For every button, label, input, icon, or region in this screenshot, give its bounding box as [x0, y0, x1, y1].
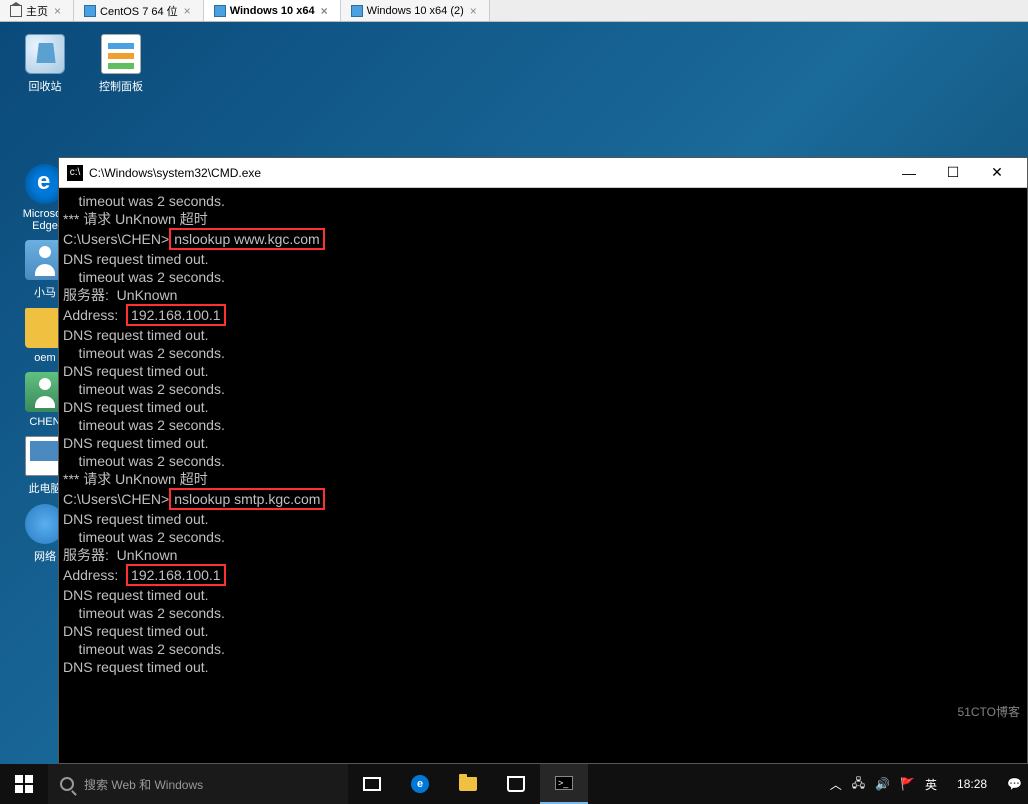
watermark: 51CTO博客	[958, 703, 1020, 720]
label: Address:	[63, 307, 126, 323]
cmd-line: timeout was 2 seconds.	[63, 640, 1023, 658]
recycle-bin-icon	[25, 34, 65, 74]
close-icon[interactable]: ×	[468, 4, 479, 18]
cmd-line: DNS request timed out.	[63, 510, 1023, 528]
desktop[interactable]: 回收站 控制面板 Microsoft Edge 小马 oem CHEN 此电脑	[0, 22, 1028, 764]
vm-tab-label: CentOS 7 64 位	[100, 3, 178, 19]
control-panel[interactable]: 控制面板	[86, 32, 156, 96]
taskbar-edge[interactable]: e	[396, 764, 444, 804]
search-placeholder: 搜索 Web 和 Windows	[84, 776, 203, 793]
close-button[interactable]: ✕	[975, 159, 1019, 187]
tray-chevron-up-icon[interactable]: ︿	[830, 776, 842, 793]
vm-tab-label: Windows 10 x64 (2)	[367, 5, 464, 17]
vm-tab-centos[interactable]: CentOS 7 64 位 ×	[74, 0, 204, 21]
cmd-line: DNS request timed out.	[63, 362, 1023, 380]
cmd-line: *** 请求 UnKnown 超时	[63, 470, 1023, 488]
highlight-nslookup-smtp: nslookup smtp.kgc.com	[169, 488, 325, 510]
taskbar-store[interactable]	[492, 764, 540, 804]
cmd-line: DNS request timed out.	[63, 622, 1023, 640]
vm-tab-home[interactable]: 主页 ×	[0, 0, 74, 21]
cmd-window: c:\ C:\Windows\system32\CMD.exe — ☐ ✕ ti…	[58, 157, 1028, 764]
cmd-line: timeout was 2 seconds.	[63, 452, 1023, 470]
cmd-line: timeout was 2 seconds.	[63, 344, 1023, 362]
cmd-line: DNS request timed out.	[63, 250, 1023, 268]
vm-icon	[214, 5, 226, 17]
cmd-icon: c:\	[67, 165, 83, 181]
start-button[interactable]	[0, 764, 48, 804]
folder-icon	[459, 777, 477, 791]
taskbar: 搜索 Web 和 Windows e >_ ︿ 🖧 🔊 🚩 英 18:28 💬	[0, 764, 1028, 804]
action-center-icon[interactable]: 💬	[1007, 777, 1022, 791]
store-icon	[507, 776, 525, 792]
window-title: C:\Windows\system32\CMD.exe	[89, 166, 261, 180]
vm-tab-bar: 主页 × CentOS 7 64 位 × Windows 10 x64 × Wi…	[0, 0, 1028, 22]
cmd-line: C:\Users\CHEN>nslookup www.kgc.com	[63, 228, 1023, 250]
prompt: C:\Users\CHEN>	[63, 491, 169, 507]
prompt: C:\Users\CHEN>	[63, 231, 169, 247]
icon-label: 回收站	[29, 81, 62, 93]
cmd-line: DNS request timed out.	[63, 434, 1023, 452]
cmd-line: DNS request timed out.	[63, 326, 1023, 344]
cmd-line: timeout was 2 seconds.	[63, 192, 1023, 210]
vm-tab-win10[interactable]: Windows 10 x64 ×	[204, 0, 341, 21]
taskbar-explorer[interactable]	[444, 764, 492, 804]
icon-label: oem	[34, 352, 55, 364]
cmd-line: C:\Users\CHEN>nslookup smtp.kgc.com	[63, 488, 1023, 510]
volume-tray-icon[interactable]: 🔊	[875, 777, 890, 791]
search-box[interactable]: 搜索 Web 和 Windows	[48, 764, 348, 804]
cmd-line: 服务器: UnKnown	[63, 546, 1023, 564]
system-tray: ︿ 🖧 🔊 🚩 英 18:28 💬	[824, 774, 1028, 795]
ime-indicator[interactable]: 英	[925, 776, 937, 793]
vm-tab-label: Windows 10 x64	[230, 5, 315, 17]
close-icon[interactable]: ×	[319, 4, 330, 18]
vm-icon	[351, 5, 363, 17]
icon-label: 控制面板	[99, 81, 143, 93]
close-icon[interactable]: ×	[52, 4, 63, 18]
taskbar-cmd[interactable]: >_	[540, 764, 588, 804]
close-icon[interactable]: ×	[182, 4, 193, 18]
maximize-button[interactable]: ☐	[931, 159, 975, 187]
cmd-line: Address: 192.168.100.1	[63, 564, 1023, 586]
cmd-line: timeout was 2 seconds.	[63, 380, 1023, 398]
vm-icon	[84, 5, 96, 17]
cmd-icon: >_	[555, 776, 573, 790]
cmd-line: DNS request timed out.	[63, 658, 1023, 676]
task-view-icon	[363, 777, 381, 791]
edge-icon: e	[411, 775, 429, 793]
cmd-line: timeout was 2 seconds.	[63, 528, 1023, 546]
highlight-address: 192.168.100.1	[126, 564, 226, 586]
highlight-address: 192.168.100.1	[126, 304, 226, 326]
cmd-line: 服务器: UnKnown	[63, 286, 1023, 304]
security-tray-icon[interactable]: 🚩	[900, 777, 915, 791]
cmd-line: timeout was 2 seconds.	[63, 416, 1023, 434]
icon-label: 此电脑	[29, 483, 62, 495]
cmd-line: DNS request timed out.	[63, 398, 1023, 416]
cmd-output[interactable]: timeout was 2 seconds. *** 请求 UnKnown 超时…	[59, 188, 1027, 763]
cmd-line: timeout was 2 seconds.	[63, 604, 1023, 622]
label: Address:	[63, 567, 126, 583]
windows-logo-icon	[15, 775, 33, 793]
task-view-button[interactable]	[348, 764, 396, 804]
icon-label: 网络	[34, 551, 56, 563]
desktop-icon-grid: 回收站 控制面板	[10, 32, 156, 96]
home-icon	[10, 5, 22, 17]
control-panel-icon	[101, 34, 141, 74]
highlight-nslookup-www: nslookup www.kgc.com	[169, 228, 325, 250]
time: 18:28	[957, 777, 987, 791]
network-tray-icon[interactable]: 🖧	[852, 774, 865, 795]
icon-label: CHEN	[29, 416, 60, 428]
clock[interactable]: 18:28	[947, 777, 997, 791]
cmd-line: Address: 192.168.100.1	[63, 304, 1023, 326]
cmd-line: timeout was 2 seconds.	[63, 268, 1023, 286]
cmd-line: *** 请求 UnKnown 超时	[63, 210, 1023, 228]
cmd-line: DNS request timed out.	[63, 586, 1023, 604]
cmd-titlebar[interactable]: c:\ C:\Windows\system32\CMD.exe — ☐ ✕	[59, 158, 1027, 188]
search-icon	[60, 777, 74, 791]
vm-tab-win10-2[interactable]: Windows 10 x64 (2) ×	[341, 0, 490, 21]
recycle-bin[interactable]: 回收站	[10, 32, 80, 96]
taskbar-apps: e >_	[348, 764, 588, 804]
icon-label: 小马	[34, 287, 56, 299]
vm-tab-label: 主页	[26, 3, 48, 19]
minimize-button[interactable]: —	[887, 159, 931, 187]
